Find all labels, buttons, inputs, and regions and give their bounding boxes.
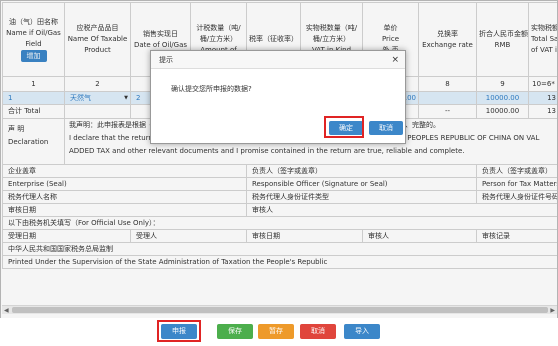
resp-label-en: Responsible Officer (Signature or Seal) xyxy=(246,177,477,191)
save-button[interactable]: 保存 xyxy=(217,324,253,339)
total-dash: -- xyxy=(418,104,477,119)
declaration-label: 声 明 Declaration xyxy=(2,118,65,165)
action-bar: 申报 保存 暂存 取消 导入 xyxy=(0,318,558,346)
official-audit-date-label: 审核日期 xyxy=(246,229,363,243)
total-sale-field: 13 xyxy=(528,91,557,105)
total-label: 合计 Total xyxy=(2,104,65,119)
dialog-cancel-button[interactable]: 取消 xyxy=(369,121,403,135)
dialog-message: 确认提交您所申报的数据? xyxy=(171,85,252,93)
header-exchange-rate: 兑换率 Exchange rate xyxy=(418,2,477,77)
scroll-right-icon[interactable]: ▶ xyxy=(550,306,555,315)
chevron-down-icon: ▼ xyxy=(124,94,128,101)
header-product: 应税产品品目 Name Of Taxable Product xyxy=(64,2,131,77)
audit-date-label: 审核日期 xyxy=(2,203,247,217)
row-number: 1 xyxy=(2,91,65,105)
header-field-name: 油（气）田名称 Name if Oil/Gas Field 增加 xyxy=(2,2,65,77)
cancel-button[interactable]: 取消 xyxy=(300,324,336,339)
rmb-field[interactable]: 10000.00 xyxy=(476,91,529,105)
close-icon[interactable]: × xyxy=(391,55,399,65)
auditor-label: 审核人 xyxy=(246,203,557,217)
highlight-box xyxy=(324,116,364,138)
agent-id-type-label: 税务代理人身份证件类型 xyxy=(246,190,477,204)
total-rmb: 10000.00 xyxy=(476,104,529,119)
product-select[interactable]: 天然气 ▼ xyxy=(64,91,131,105)
seal-label-cn: 企业盖章 xyxy=(2,164,247,178)
add-row-button[interactable]: 增加 xyxy=(20,50,47,62)
audit-record-label: 审核记录 xyxy=(476,229,557,243)
confirm-dialog: 提示 × 确认提交您所申报的数据? 确定 取消 xyxy=(150,50,406,144)
index-cell: 9 xyxy=(476,76,529,92)
horizontal-scrollbar[interactable]: ◀ ▶ xyxy=(2,305,557,314)
accept-date-label: 受理日期 xyxy=(2,229,131,243)
official-auditor-label: 审核人 xyxy=(362,229,477,243)
person-label-en: Person for Tax Matters (Sign xyxy=(476,177,557,191)
dialog-title: 提示 xyxy=(151,51,405,69)
temp-save-button[interactable]: 暂存 xyxy=(258,324,294,339)
exchange-rate-field[interactable] xyxy=(418,91,477,105)
scroll-left-icon[interactable]: ◀ xyxy=(4,306,9,315)
agent-name-label: 税务代理人名称 xyxy=(2,190,247,204)
header-total-sale: 实物税额 Total Sale of VAT in xyxy=(528,2,557,77)
index-cell: 8 xyxy=(418,76,477,92)
index-cell: 10=6* xyxy=(528,76,557,92)
index-cell: 1 xyxy=(2,76,65,92)
footer-en: Printed Under the Supervision of the Sta… xyxy=(2,255,557,269)
import-button[interactable]: 导入 xyxy=(344,324,380,339)
scrollbar-thumb[interactable] xyxy=(12,307,548,313)
index-cell: 2 xyxy=(64,76,131,92)
person-label-cn: 负责人（签字或盖章） xyxy=(476,164,557,178)
resp-label-cn: 负责人（签字或盖章） xyxy=(246,164,477,178)
total-sale: 13 xyxy=(528,104,557,119)
header-rmb: 折合人民币金额 RMB xyxy=(476,2,529,77)
official-use-title: 以下由税务机关填写（For Official Use Only）： xyxy=(2,216,557,230)
seal-label-en: Enterprise (Seal) xyxy=(2,177,247,191)
highlight-box xyxy=(157,320,201,342)
footer-cn: 中华人民共和国国家税务总局监制 xyxy=(2,242,557,256)
agent-id-no-label: 税务代理人身份证件号码 xyxy=(476,190,557,204)
acceptor-label: 受理人 xyxy=(130,229,247,243)
